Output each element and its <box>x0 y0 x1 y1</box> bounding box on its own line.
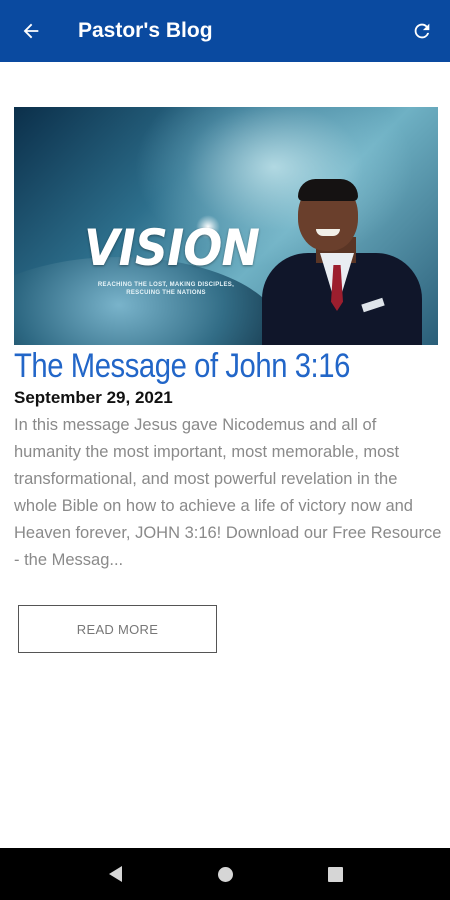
nav-back-triangle-icon[interactable] <box>95 854 135 894</box>
blog-hero-image[interactable]: VISION REACHING THE LOST, MAKING DISCIPL… <box>14 107 438 345</box>
read-more-button[interactable]: READ MORE <box>18 605 217 653</box>
pastor-hair <box>298 179 358 201</box>
post-date: September 29, 2021 <box>14 388 173 407</box>
app-bar: Pastor's Blog <box>0 0 450 62</box>
pastor-portrait <box>254 179 424 345</box>
hero-tagline: REACHING THE LOST, MAKING DISCIPLES, RES… <box>97 282 235 296</box>
pastor-smile <box>316 229 340 236</box>
blog-content: VISION REACHING THE LOST, MAKING DISCIPL… <box>0 62 450 848</box>
page-title: Pastor's Blog <box>78 19 213 42</box>
post-excerpt: In this message Jesus gave Nicodemus and… <box>14 416 442 569</box>
system-navigation-bar <box>0 848 450 900</box>
refresh-icon[interactable] <box>394 0 450 62</box>
nav-recents-square-icon[interactable] <box>315 854 355 894</box>
post-title[interactable]: The Message of John 3:16 <box>14 347 350 386</box>
nav-home-circle-icon[interactable] <box>205 854 245 894</box>
arrow-left-icon[interactable] <box>0 0 62 62</box>
hero-headline: VISION <box>84 219 260 277</box>
